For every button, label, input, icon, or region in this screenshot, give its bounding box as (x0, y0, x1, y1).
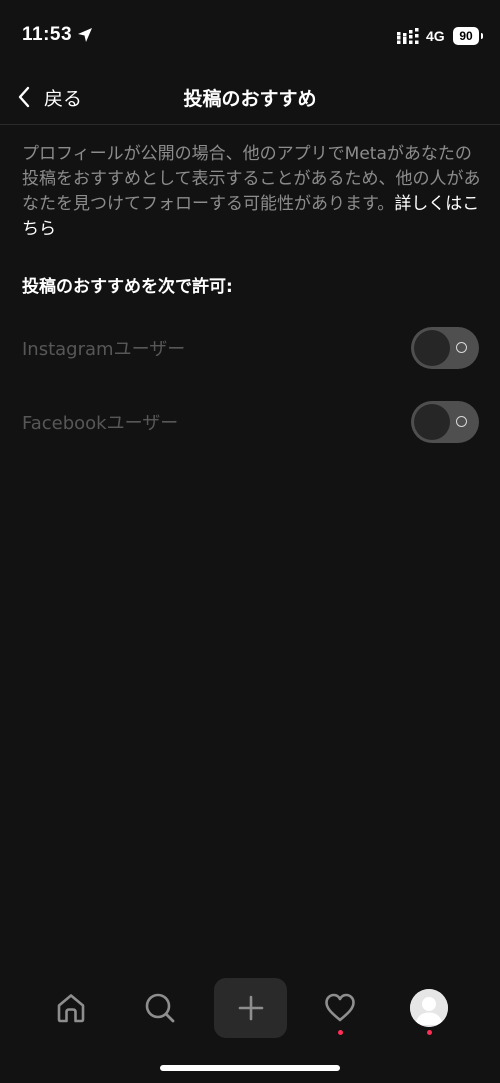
nav-header: 戻る 投稿のおすすめ (0, 70, 500, 125)
activity-notification-dot (338, 1030, 343, 1035)
tab-profile[interactable] (399, 978, 459, 1038)
facebook-users-toggle[interactable] (411, 401, 479, 443)
setting-label: Instagramユーザー (22, 339, 186, 360)
battery-indicator: 90 (453, 27, 483, 45)
home-icon (57, 994, 85, 1023)
tab-search[interactable] (130, 978, 190, 1038)
toggle-off-icon (456, 416, 467, 427)
page-title: 投稿のおすすめ (183, 88, 317, 110)
section-title: 投稿のおすすめを次で許可: (22, 277, 233, 297)
setting-row-facebook: Facebookユーザー (0, 396, 500, 446)
search-icon (145, 993, 175, 1023)
signal-icon (397, 28, 419, 44)
setting-row-instagram: Instagramユーザー (0, 322, 500, 372)
default-avatar-icon (410, 989, 448, 1027)
status-time: 11:53 (22, 24, 73, 45)
location-arrow-icon (78, 28, 92, 42)
tab-activity[interactable] (310, 978, 370, 1038)
tab-home[interactable] (41, 978, 101, 1038)
setting-label: Facebookユーザー (22, 413, 179, 434)
toggle-knob (414, 330, 450, 366)
instagram-users-toggle[interactable] (411, 327, 479, 369)
toggle-off-icon (456, 342, 467, 353)
profile-notification-dot (427, 1030, 432, 1035)
tab-create[interactable] (214, 978, 287, 1038)
toggle-knob (414, 404, 450, 440)
heart-icon (325, 993, 355, 1022)
status-bar: 11:53 4G 90 (0, 0, 500, 70)
network-label: 4G (426, 28, 445, 44)
plus-icon (238, 995, 263, 1021)
description: プロフィールが公開の場合、他のアプリでMetaがあなたの投稿をおすすめとして表示… (22, 142, 482, 242)
tab-bar (0, 970, 500, 1050)
home-indicator (160, 1065, 340, 1071)
avatar (410, 989, 448, 1027)
